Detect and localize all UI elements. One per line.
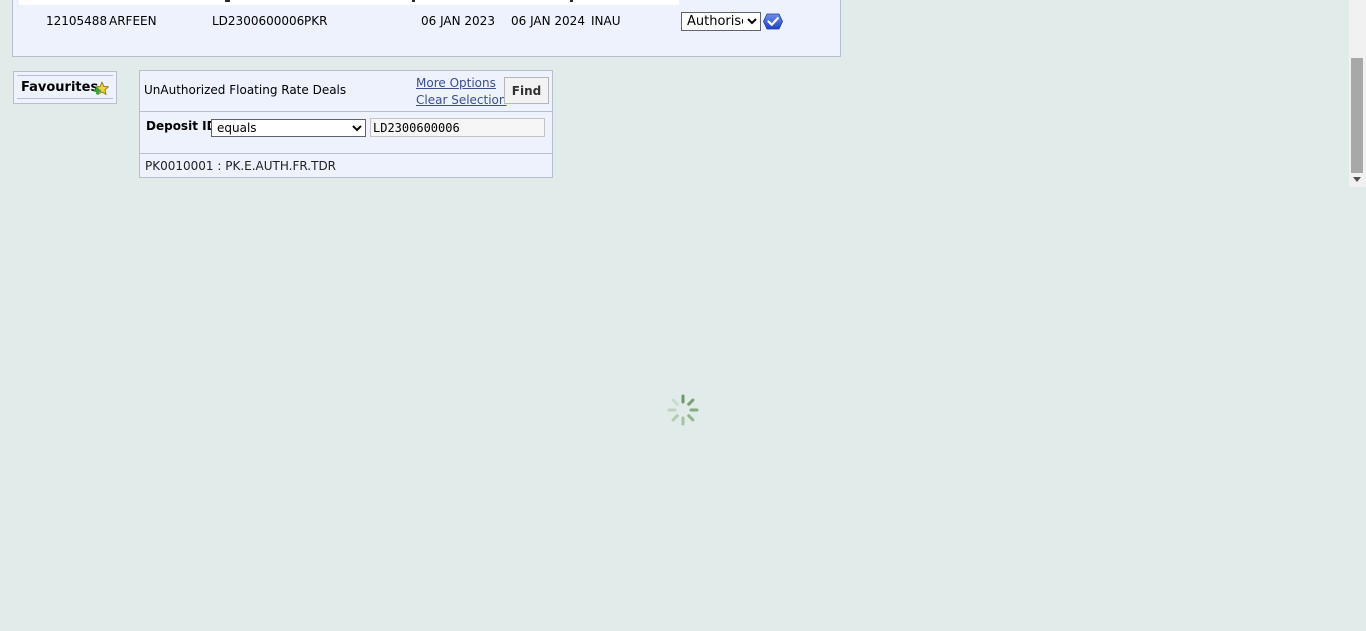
header-fragment — [412, 0, 415, 2]
results-header-strip — [19, 0, 679, 5]
enquiry-selection-box: UnAuthorized Floating Rate Deals More Op… — [139, 70, 553, 178]
add-star-icon[interactable] — [93, 81, 109, 97]
enquiry-title: UnAuthorized Floating Rate Deals — [144, 83, 347, 97]
clear-selection-link[interactable]: Clear Selection — [416, 93, 507, 107]
favourites-panel: Favourites — [13, 71, 117, 104]
maturity-date-cell: 06 JAN 2024 — [511, 14, 585, 28]
table-row: 12105488 ARFEEN LD2300600006 PKR 06 JAN … — [13, 12, 840, 31]
status-cell: INAU — [591, 14, 621, 28]
action-select[interactable]: Authorise — [681, 12, 761, 31]
divider — [140, 111, 552, 112]
more-options-link[interactable]: More Options — [416, 76, 496, 90]
find-button[interactable]: Find — [504, 77, 549, 104]
deal-id-cell: LD2300600006 — [212, 14, 305, 28]
favourites-label[interactable]: Favourites — [21, 80, 98, 96]
header-fragment — [225, 0, 230, 2]
divider — [140, 153, 552, 154]
deposit-id-label: Deposit ID — [146, 119, 217, 133]
loading-spinner-icon — [667, 394, 699, 426]
vertical-scrollbar[interactable] — [1349, 0, 1366, 187]
value-date-cell: 06 JAN 2023 — [421, 14, 495, 28]
header-fragment — [570, 0, 573, 2]
deposit-id-input[interactable] — [370, 118, 545, 137]
check-go-icon[interactable] — [763, 13, 783, 30]
scrollbar-thumb[interactable] — [1351, 58, 1363, 173]
enquiry-footer: PK0010001 : PK.E.AUTH.FR.TDR — [145, 159, 337, 173]
name-cell: ARFEEN — [109, 14, 157, 28]
favourites-inner[interactable]: Favourites — [17, 75, 113, 99]
customer-cell: 12105488 — [46, 14, 108, 28]
scroll-down-arrow-icon[interactable] — [1353, 177, 1361, 182]
operator-select[interactable]: equals — [211, 119, 366, 137]
results-panel: 12105488 ARFEEN LD2300600006 PKR 06 JAN … — [12, 0, 841, 57]
currency-cell: PKR — [304, 14, 328, 28]
